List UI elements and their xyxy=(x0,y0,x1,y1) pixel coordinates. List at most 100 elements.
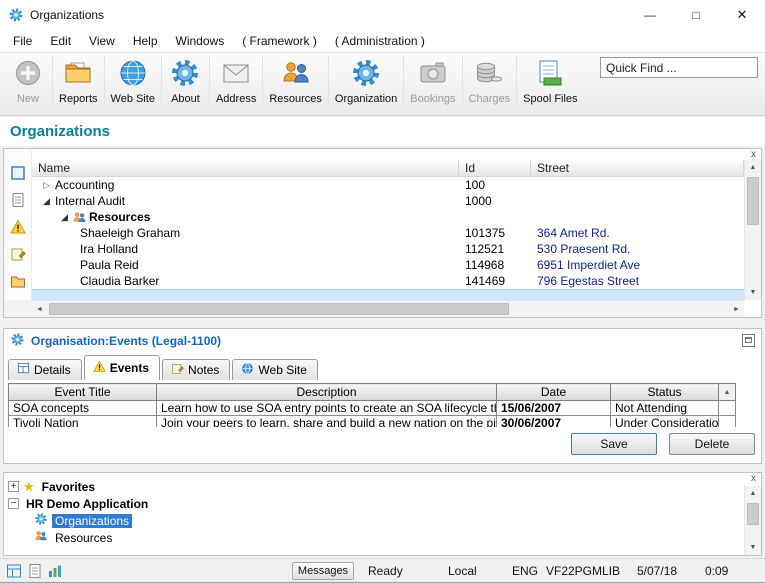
folder-view-icon[interactable] xyxy=(10,273,26,292)
toolbar-new-button[interactable]: New xyxy=(4,56,52,106)
details-view-icon[interactable] xyxy=(10,165,26,184)
expander-collapsed-icon[interactable]: ▷ xyxy=(40,177,53,193)
horizontal-scrollbar[interactable]: ◄ ► xyxy=(32,300,744,317)
document-icon[interactable] xyxy=(27,563,43,579)
close-button[interactable]: ✕ xyxy=(719,0,765,30)
tab-events[interactable]: Events xyxy=(84,355,160,380)
grid-rows: ▷Accounting 100 ◢Internal Audit 1000 ◢Re… xyxy=(32,177,744,289)
tree-item-organizations[interactable]: Organizations xyxy=(8,512,741,529)
column-header-name[interactable]: Name xyxy=(32,160,459,176)
delete-button[interactable]: Delete xyxy=(669,433,755,455)
events-col-description[interactable]: Description xyxy=(157,384,497,401)
events-col-date[interactable]: Date xyxy=(497,384,611,401)
vertical-scrollbar[interactable]: ▲ ▼ xyxy=(744,160,761,300)
toolbar-bookings-button[interactable]: Bookings xyxy=(403,56,461,106)
grid-row-internal-audit[interactable]: ◢Internal Audit 1000 xyxy=(32,193,744,209)
toolbar-resources-button[interactable]: Resources xyxy=(262,56,328,106)
grid-row-resources-group[interactable]: ◢Resources xyxy=(32,209,744,225)
expand-plus-icon[interactable]: + xyxy=(8,481,19,492)
grid-row-person[interactable]: Paula Reid 114968 6951 Imperdiet Ave xyxy=(32,257,744,273)
gear-icon xyxy=(34,512,48,529)
collapse-minus-icon[interactable]: − xyxy=(8,498,19,509)
panel-close-icon[interactable]: x xyxy=(751,149,756,160)
new-plus-icon xyxy=(12,57,44,92)
menu-edit[interactable]: Edit xyxy=(41,30,80,52)
tree-item-resources[interactable]: Resources xyxy=(8,529,741,546)
scroll-right-icon[interactable]: ► xyxy=(729,301,744,318)
tab-notes[interactable]: Notes xyxy=(162,359,230,380)
scrollbar-thumb[interactable] xyxy=(747,177,759,225)
camera-icon xyxy=(417,57,449,92)
panel-close-icon[interactable]: x xyxy=(751,473,756,484)
tree-item-hr-demo-application[interactable]: − HR Demo Application xyxy=(8,495,741,512)
column-header-street[interactable]: Street xyxy=(531,160,744,176)
note-icon xyxy=(171,362,184,378)
messages-button[interactable]: Messages xyxy=(292,562,354,580)
grid-row-person[interactable]: Shaeleigh Graham 101375 364 Amet Rd. xyxy=(32,225,744,241)
expander-expanded-icon[interactable]: ◢ xyxy=(40,193,53,209)
scroll-up-icon[interactable]: ▲ xyxy=(745,160,761,175)
scroll-left-icon[interactable]: ◄ xyxy=(32,301,47,318)
toolbar-website-button[interactable]: Web Site xyxy=(104,56,161,106)
menu-windows[interactable]: Windows xyxy=(167,30,234,52)
events-col-status[interactable]: Status xyxy=(611,384,719,401)
grid-row-person[interactable]: Ira Holland 112521 530 Praesent Rd. xyxy=(32,241,744,257)
globe-icon xyxy=(241,362,254,378)
expander-expanded-icon[interactable]: ◢ xyxy=(58,209,71,225)
chart-icon[interactable] xyxy=(47,563,63,579)
events-panel-title: Organisation:Events (Legal-1100) xyxy=(31,334,221,348)
grid-row-person[interactable]: Claudia Barker 141469 796 Egestas Street xyxy=(32,273,744,289)
tab-strip: Details Events Notes Web Site xyxy=(8,355,320,380)
vertical-scrollbar[interactable]: ▲ ▼ xyxy=(744,486,761,555)
table-scroll-track[interactable] xyxy=(719,416,736,428)
toolbar-reports-button[interactable]: Reports xyxy=(52,56,104,106)
menu-bar: File Edit View Help Windows ( Framework … xyxy=(0,30,765,52)
menu-view[interactable]: View xyxy=(80,30,124,52)
maximize-button[interactable]: □ xyxy=(673,0,719,30)
toolbar-about-button[interactable]: About xyxy=(161,56,209,106)
save-button[interactable]: Save xyxy=(571,433,657,455)
menu-framework[interactable]: ( Framework ) xyxy=(233,30,326,52)
toolbar-address-button[interactable]: Address xyxy=(209,56,262,106)
menu-help[interactable]: Help xyxy=(124,30,167,52)
menu-file[interactable]: File xyxy=(4,30,41,52)
menu-administration[interactable]: ( Administration ) xyxy=(326,30,434,52)
grid-row-accounting[interactable]: ▷Accounting 100 xyxy=(32,177,744,193)
tab-website[interactable]: Web Site xyxy=(232,359,317,380)
toolbar-organization-button[interactable]: Organization xyxy=(328,56,403,106)
tree-item-favorites[interactable]: + ★ Favorites xyxy=(8,478,741,495)
tab-label: Notes xyxy=(188,363,219,377)
cell-street: 6951 Imperdiet Ave xyxy=(531,257,744,273)
scroll-down-icon[interactable]: ▼ xyxy=(745,285,761,300)
scroll-down-icon[interactable]: ▼ xyxy=(745,540,761,555)
column-header-id[interactable]: Id xyxy=(459,160,531,176)
organizations-grid-panel: x Name Id Street ▷Accounting 100 ◢Intern… xyxy=(3,148,762,318)
events-table-wrap: Event Title Description Date Status ▲ SO… xyxy=(8,383,736,427)
events-col-title[interactable]: Event Title xyxy=(9,384,157,401)
panel-maximize-icon[interactable] xyxy=(742,334,755,347)
cell-street: 530 Praesent Rd. xyxy=(531,241,744,257)
events-warning-icon[interactable] xyxy=(10,219,26,238)
event-row[interactable]: Tivoli Nation Join your peers to learn, … xyxy=(9,416,736,428)
document-view-icon[interactable] xyxy=(10,192,26,211)
event-row[interactable]: SOA concepts Learn how to use SOA entry … xyxy=(9,401,736,416)
notes-view-icon[interactable] xyxy=(10,246,26,265)
warning-icon xyxy=(93,360,106,376)
scroll-up-icon[interactable]: ▲ xyxy=(745,486,761,501)
window-grid-icon[interactable] xyxy=(6,563,22,579)
cell-street xyxy=(531,193,744,209)
table-scroll-track[interactable] xyxy=(719,401,736,416)
scrollbar-thumb[interactable] xyxy=(747,503,759,525)
events-buttons: Save Delete xyxy=(571,433,755,455)
cell-street: 796 Egestas Street xyxy=(531,273,744,289)
toolbar-spoolfiles-button[interactable]: Spool Files xyxy=(516,56,583,106)
tab-details[interactable]: Details xyxy=(8,359,82,380)
toolbar-charges-button[interactable]: Charges xyxy=(462,56,517,106)
quick-find-input[interactable] xyxy=(600,57,758,78)
cell-id: 101375 xyxy=(459,225,531,241)
gear-icon xyxy=(10,332,25,350)
scrollbar-thumb[interactable] xyxy=(49,303,509,315)
table-scroll-up-icon[interactable]: ▲ xyxy=(719,384,736,401)
minimize-button[interactable]: — xyxy=(627,0,673,30)
cell-id: 141469 xyxy=(459,273,531,289)
